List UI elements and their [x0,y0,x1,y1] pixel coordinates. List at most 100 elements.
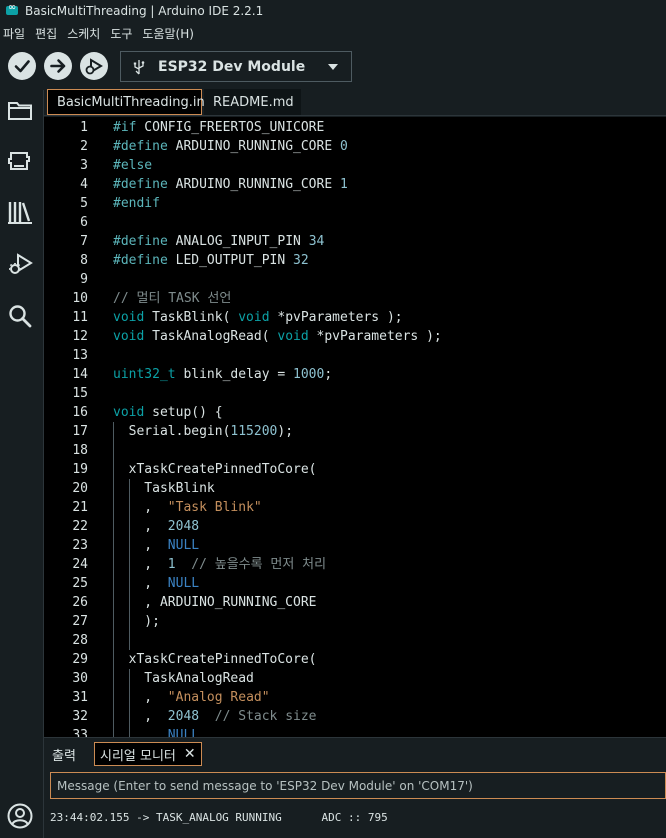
code-line: 31 , "Analog Read" [44,688,666,707]
line-number: 9 [80,272,88,287]
line-number: 11 [72,310,88,325]
board-manager-icon [8,152,30,170]
code-text: uint32_t blink_delay = 1000; [113,367,333,382]
line-number: 10 [72,291,88,306]
code-line: 23 , NULL [44,536,666,555]
toolbar: ESP32 Dev Module [0,44,666,90]
line-number: 25 [72,576,88,591]
code-line: 1 #if CONFIG_FREERTOS_UNICORE [44,118,666,137]
board-selector[interactable]: ESP32 Dev Module [120,51,352,82]
line-number: 27 [72,614,88,629]
code-line: 22 , 2048 [44,517,666,536]
search-icon [9,305,32,328]
code-text: , 1 // 높을수록 먼저 처리 [113,557,327,572]
code-text: #endif [113,196,160,211]
tab-readme[interactable]: README.md [204,89,301,115]
code-text: , ARDUINO_RUNNING_CORE [113,595,317,610]
debug-icon [9,253,33,274]
debug-icon [85,58,103,75]
account-button[interactable] [6,802,34,830]
board-manager-button[interactable] [6,147,34,175]
code-line: 5 #endif [44,194,666,213]
code-text: #define ANALOG_INPUT_PIN 34 [113,234,325,249]
indent-guide [113,422,114,737]
verify-button[interactable] [8,52,36,80]
tab-serial-monitor[interactable]: 시리얼 모니터 ✕ [94,742,202,766]
line-number: 23 [72,538,88,553]
code-text: Serial.begin(115200); [113,424,294,439]
line-number: 24 [72,557,88,572]
code-line: 18 [44,441,666,460]
code-line: 26 , ARDUINO_RUNNING_CORE [44,593,666,612]
code-line: 11 void TaskBlink( void *pvParameters ); [44,308,666,327]
line-number: 17 [72,424,88,439]
menu-help[interactable]: 도움말(H) [142,25,194,42]
code-line: 14 uint32_t blink_delay = 1000; [44,365,666,384]
line-number: 33 [72,728,88,737]
line-number: 2 [80,139,88,154]
indent-guide [129,669,130,737]
menu-sketch[interactable]: 스케치 [67,25,100,42]
debug-panel-button[interactable] [6,250,34,278]
serial-message-input[interactable]: Message (Enter to send message to 'ESP32… [50,772,666,799]
code-line: 21 , "Task Blink" [44,498,666,517]
tab-basicmultithreading[interactable]: BasicMultiThreading.ino [47,89,213,115]
line-number: 14 [72,367,88,382]
code-line: 29 xTaskCreatePinnedToCore( [44,650,666,669]
line-number: 3 [80,158,88,173]
library-icon [8,202,32,224]
line-number: 29 [72,652,88,667]
line-number: 20 [72,481,88,496]
line-number: 21 [72,500,88,515]
usb-icon [133,59,145,74]
editor-tabs: BasicMultiThreading.ino README.md [44,88,666,116]
code-text: xTaskCreatePinnedToCore( [113,652,317,667]
menu-tools[interactable]: 도구 [110,25,132,42]
chevron-down-icon [328,63,338,70]
code-text: void TaskBlink( void *pvParameters ); [113,310,403,325]
arduino-logo-icon [6,2,18,15]
sidebar [0,90,44,838]
line-number: 26 [72,595,88,610]
line-number: 30 [72,671,88,686]
line-number: 22 [72,519,88,534]
search-button[interactable] [6,302,34,330]
code-editor[interactable]: 1 #if CONFIG_FREERTOS_UNICORE 2 #define ARD… [44,117,666,737]
line-number: 13 [72,348,88,363]
serial-output-line: 23:44:02.155 -> TASK_ANALOG RUNNING ADC … [50,811,388,824]
tab-output[interactable]: 출력 [52,742,76,766]
code-line: 19 xTaskCreatePinnedToCore( [44,460,666,479]
code-line: 7 #define ANALOG_INPUT_PIN 34 [44,232,666,251]
code-line: 10 // 멀티 TASK 선언 [44,289,666,308]
upload-button[interactable] [44,52,72,80]
line-number: 5 [80,196,88,211]
folder-icon [8,102,32,120]
menu-bar: 파일 편집 스케치 도구 도움말(H) [0,22,666,44]
code-text: ); [113,614,160,629]
library-manager-button[interactable] [6,198,34,226]
line-number: 18 [72,443,88,458]
check-icon [14,60,30,73]
line-number: 8 [80,253,88,268]
debug-button[interactable] [80,52,108,80]
code-text: #define ARDUINO_RUNNING_CORE 1 [113,177,348,192]
code-line: 30 TaskAnalogRead [44,669,666,688]
code-line: 6 [44,213,666,232]
close-icon[interactable]: ✕ [184,746,196,762]
code-text: , NULL [113,728,200,737]
menu-file[interactable]: 파일 [3,25,25,42]
sketchbook-button[interactable] [6,97,34,125]
code-text: , 2048 // Stack size [113,709,317,724]
code-line: 33 , NULL [44,726,666,737]
line-number: 28 [72,633,88,648]
code-line: 13 [44,346,666,365]
code-text: void TaskAnalogRead( void *pvParameters … [113,329,442,344]
code-line: 24 , 1 // 높을수록 먼저 처리 [44,555,666,574]
serial-monitor-label: 시리얼 모니터 [100,748,176,764]
line-number: 32 [72,709,88,724]
title-bar: BasicMultiThreading | Arduino IDE 2.2.1 [0,0,666,21]
code-text: , NULL [113,538,200,553]
line-number: 15 [72,386,88,401]
line-number: 6 [80,215,88,230]
menu-edit[interactable]: 편집 [35,25,57,42]
